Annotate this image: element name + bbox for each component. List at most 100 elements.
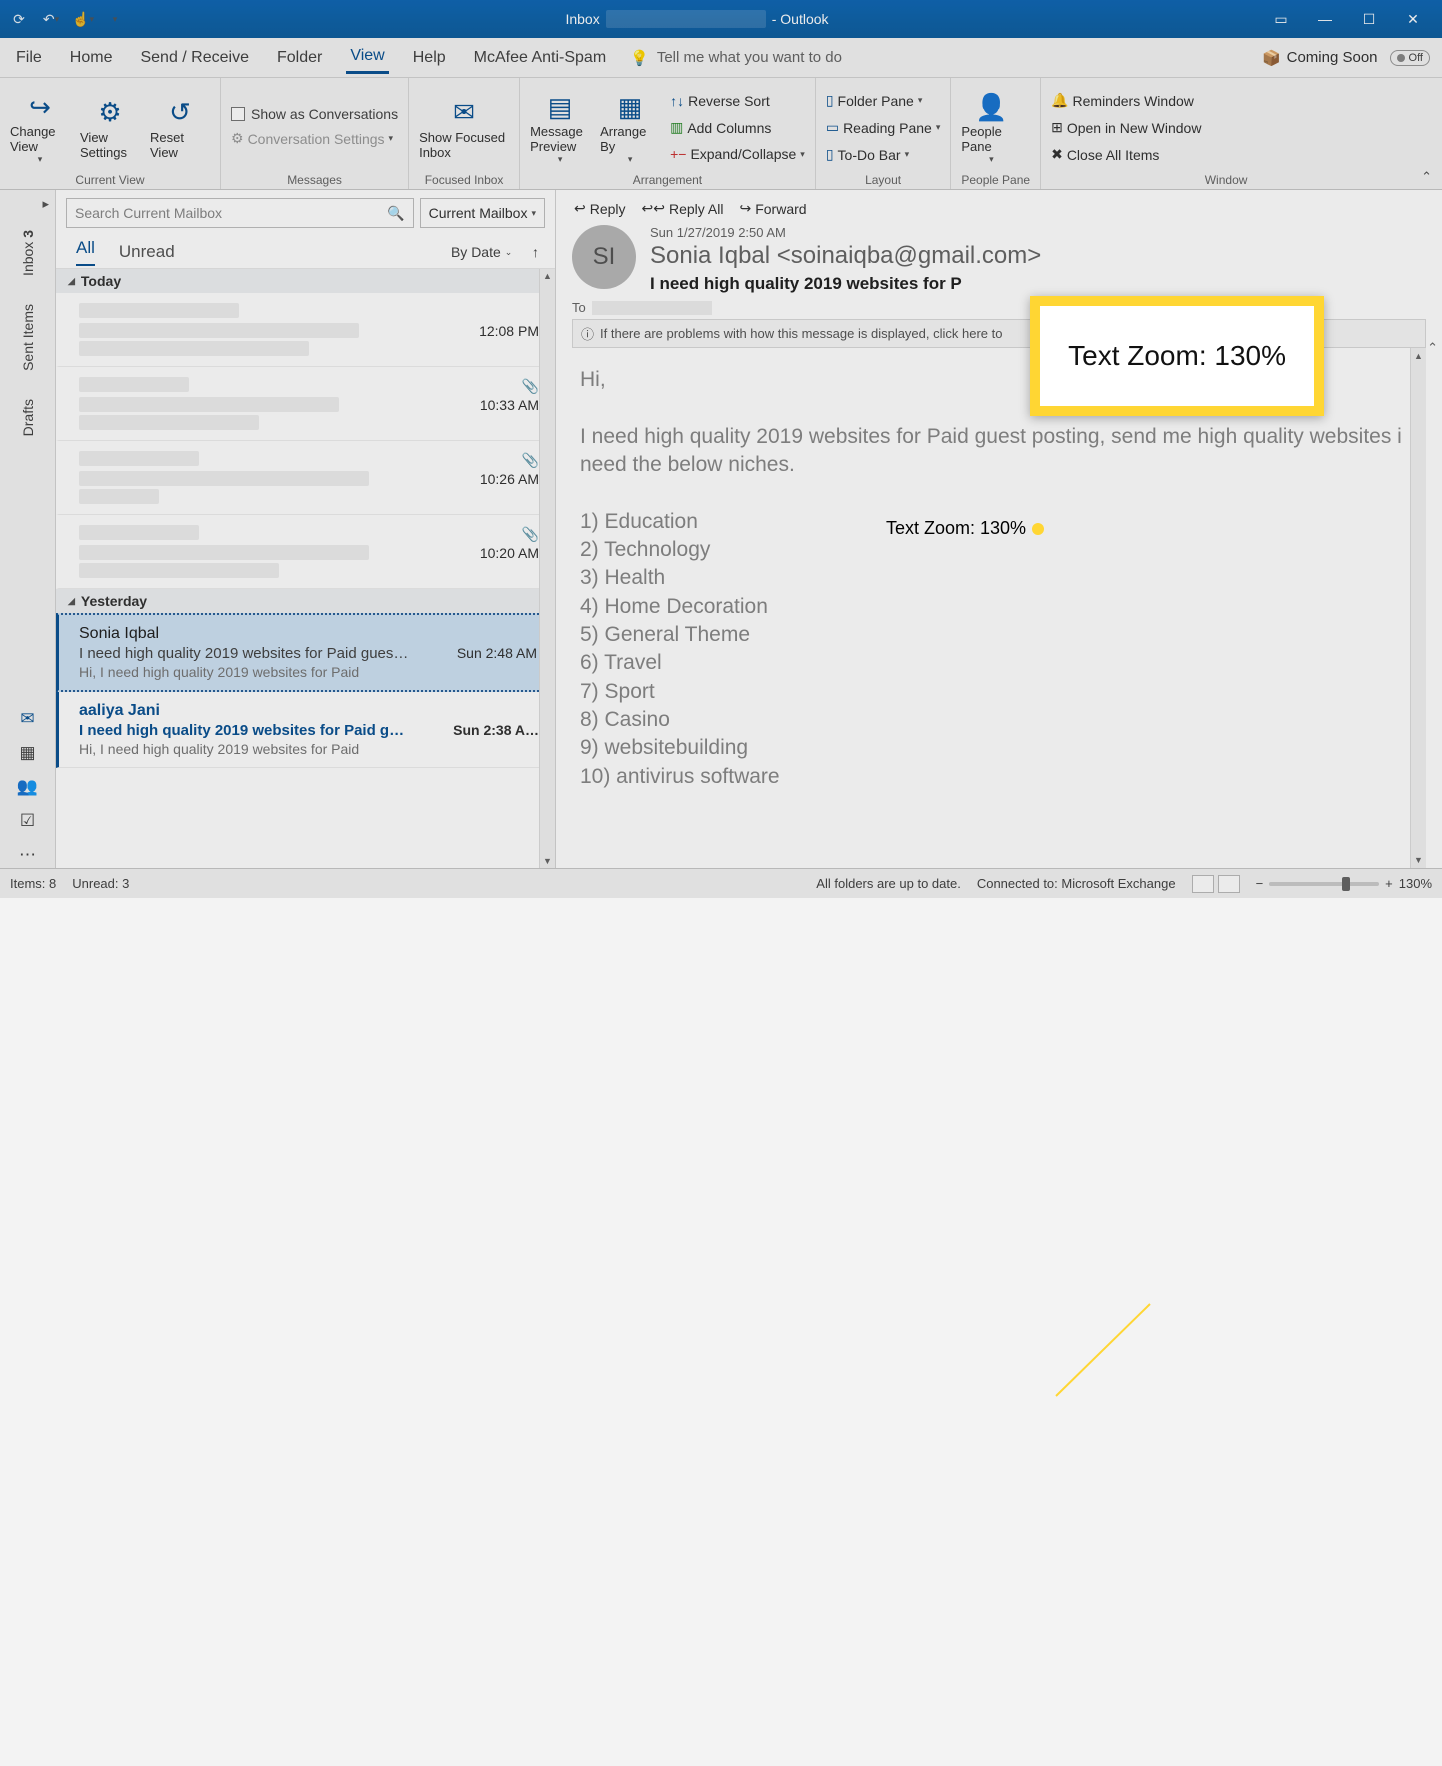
list-item[interactable]: 📎 10:33 AM xyxy=(56,367,555,441)
mail-icon[interactable]: ✉ xyxy=(13,706,43,732)
list-item[interactable]: 📎 10:26 AM xyxy=(56,441,555,515)
filter-unread[interactable]: Unread xyxy=(119,242,175,262)
filter-all[interactable]: All xyxy=(76,238,95,266)
view-reading-icon[interactable] xyxy=(1218,875,1240,893)
date-group-today[interactable]: ◢Today xyxy=(56,269,555,293)
list-item-selected[interactable]: Sonia Iqbal I need high quality 2019 web… xyxy=(56,613,555,692)
more-nav-icon[interactable]: ⋯ xyxy=(13,842,43,868)
show-focused-inbox-button[interactable]: ✉Show Focused Inbox xyxy=(419,96,509,160)
people-pane-button[interactable]: 👤People Pane▾ xyxy=(961,90,1021,165)
view-settings-button[interactable]: ⚙View Settings xyxy=(80,96,140,160)
expand-collapse-button[interactable]: +−Expand/Collapse ▾ xyxy=(670,142,805,166)
message-subject: I need high quality 2019 websites for P xyxy=(650,274,1426,294)
zoom-level[interactable]: 130% xyxy=(1399,876,1432,891)
body-list-item: 9) websitebuilding xyxy=(580,734,1418,762)
message-list-body[interactable]: ◢Today 12:08 PM 📎 10:33 AM 📎 10:26 AM 📎 … xyxy=(56,269,555,868)
coming-soon-button[interactable]: 📦 Coming Soon xyxy=(1262,49,1378,67)
reset-view-button[interactable]: ↺Reset View xyxy=(150,96,210,160)
msg-from: aaliya Jani xyxy=(79,702,539,720)
tab-file[interactable]: File xyxy=(12,43,46,73)
group-label-people: People Pane xyxy=(961,171,1030,187)
reply-all-button[interactable]: ↩↩Reply All xyxy=(642,200,724,217)
people-icon[interactable]: 👥 xyxy=(13,774,43,800)
body-list-item: 5) General Theme xyxy=(580,621,1418,649)
zoom-out-button[interactable]: − xyxy=(1256,876,1264,891)
tab-mcafee[interactable]: McAfee Anti-Spam xyxy=(470,43,611,73)
view-normal-icon[interactable] xyxy=(1192,875,1214,893)
arrange-by-icon: ▦ xyxy=(618,90,643,124)
sendreceive-icon[interactable]: ⟳ xyxy=(8,8,30,30)
tasks-icon[interactable]: ☑ xyxy=(13,808,43,834)
show-as-conversations[interactable]: Show as Conversations xyxy=(231,104,398,124)
reminders-window-button[interactable]: 🔔Reminders Window xyxy=(1051,88,1201,113)
sort-direction-icon[interactable]: ↑ xyxy=(532,244,539,260)
zoom-control[interactable]: − + 130% xyxy=(1256,876,1432,891)
tell-me[interactable]: 💡 Tell me what you want to do xyxy=(630,49,842,67)
qat-customize-icon[interactable]: ▾ xyxy=(104,8,126,30)
tab-view[interactable]: View xyxy=(346,41,388,74)
change-view-button[interactable]: ↪Change View▾ xyxy=(10,90,70,165)
message-actions: ↩Reply ↩↩Reply All ↪Forward xyxy=(572,198,1426,225)
msg-from: Sonia Iqbal xyxy=(79,625,537,643)
rail-sent-items[interactable]: Sent Items xyxy=(20,294,36,381)
reverse-sort-button[interactable]: ↑↓Reverse Sort xyxy=(670,89,805,113)
tab-help[interactable]: Help xyxy=(409,43,450,73)
view-switcher[interactable] xyxy=(1192,875,1240,893)
calendar-icon[interactable]: ▦ xyxy=(13,740,43,766)
search-scope-dropdown[interactable]: Current Mailbox▾ xyxy=(420,198,545,228)
search-icon[interactable]: 🔍 xyxy=(387,205,404,222)
list-item-unread[interactable]: aaliya Jani I need high quality 2019 web… xyxy=(56,692,555,768)
maximize-button[interactable]: ☐ xyxy=(1356,11,1382,28)
message-body[interactable]: Hi, I need high quality 2019 websites fo… xyxy=(572,348,1426,868)
forward-button[interactable]: ↪Forward xyxy=(739,200,806,217)
conversation-settings[interactable]: ⚙Conversation Settings ▾ xyxy=(231,126,398,151)
minimize-button[interactable]: — xyxy=(1312,11,1338,27)
message-preview-button[interactable]: ▤Message Preview▾ xyxy=(530,90,590,165)
status-items: Items: 8 xyxy=(10,876,56,891)
list-scrollbar[interactable] xyxy=(539,269,555,868)
window-title: Inbox - Outlook xyxy=(126,10,1268,28)
undo-icon[interactable]: ↶▾ xyxy=(40,8,62,30)
tab-folder[interactable]: Folder xyxy=(273,43,326,73)
open-new-window-button[interactable]: ⊞Open in New Window xyxy=(1051,115,1201,140)
body-list-item: 6) Travel xyxy=(580,649,1418,677)
msg-time: 10:20 AM xyxy=(480,545,539,561)
add-columns-button[interactable]: ▥Add Columns xyxy=(670,115,805,140)
list-item[interactable]: 📎 10:20 AM xyxy=(56,515,555,589)
expand-folder-pane-button[interactable]: ▸ xyxy=(42,196,55,212)
folder-pane-button[interactable]: ▯Folder Pane ▾ xyxy=(826,88,941,113)
tab-send-receive[interactable]: Send / Receive xyxy=(136,43,253,73)
box-icon: 📦 xyxy=(1262,49,1281,67)
ribbon-display-icon[interactable]: ▭ xyxy=(1268,11,1294,28)
body-scrollbar[interactable] xyxy=(1410,348,1426,868)
message-date: Sun 1/27/2019 2:50 AM xyxy=(650,225,1426,240)
list-item[interactable]: 12:08 PM xyxy=(56,293,555,367)
rail-inbox[interactable]: Inbox 3 xyxy=(20,220,36,286)
tab-home[interactable]: Home xyxy=(66,43,117,73)
search-input[interactable]: Search Current Mailbox 🔍 xyxy=(66,198,414,228)
collapse-ribbon-button[interactable]: ⌃ xyxy=(1411,165,1442,189)
touchmode-icon[interactable]: ☝▾ xyxy=(72,8,94,30)
arrange-by-button[interactable]: ▦Arrange By▾ xyxy=(600,90,660,165)
sort-by-date[interactable]: By Date ⌄ ↑ xyxy=(451,244,539,260)
tell-me-label: Tell me what you want to do xyxy=(657,49,842,66)
forward-icon: ↪ xyxy=(739,200,751,217)
collapse-header-button[interactable]: ⌃ xyxy=(1427,340,1438,356)
close-all-items-button[interactable]: ✖Close All Items xyxy=(1051,142,1201,167)
close-button[interactable]: ✕ xyxy=(1400,11,1426,28)
reading-pane-button[interactable]: ▭Reading Pane ▾ xyxy=(826,115,941,140)
callout-anchor: Text Zoom: 130% xyxy=(886,518,1044,539)
zoom-slider[interactable] xyxy=(1269,882,1379,886)
coming-soon-toggle[interactable]: Off xyxy=(1390,50,1430,66)
rail-drafts[interactable]: Drafts xyxy=(20,389,36,446)
zoom-in-button[interactable]: + xyxy=(1385,876,1393,891)
folder-rail: ▸ Inbox 3 Sent Items Drafts ✉ ▦ 👥 ☑ ⋯ xyxy=(0,190,56,868)
msg-time: 10:33 AM xyxy=(480,397,539,413)
toggle-knob-icon xyxy=(1397,54,1405,62)
reply-button[interactable]: ↩Reply xyxy=(574,200,626,217)
todo-bar-button[interactable]: ▯To-Do Bar ▾ xyxy=(826,142,941,167)
title-inbox: Inbox xyxy=(565,11,599,27)
title-account-redacted xyxy=(606,10,766,28)
date-group-yesterday[interactable]: ◢Yesterday xyxy=(56,589,555,613)
group-label-window: Window xyxy=(1051,171,1401,187)
